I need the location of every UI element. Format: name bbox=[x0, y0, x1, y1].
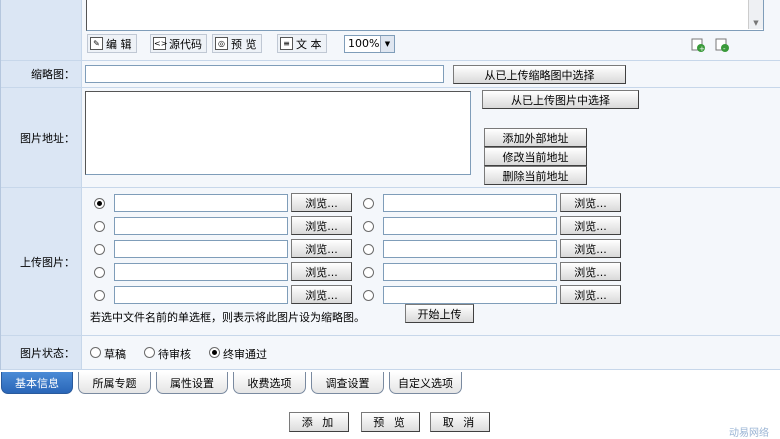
watermark: 动易网络 bbox=[729, 428, 769, 439]
upload-row: 上传图片： 浏览... 浏览... 浏览... 浏览... 浏览... 浏览..… bbox=[1, 188, 780, 336]
image-url-row: 图片地址： 从已上传图片中选择 添加外部地址 修改当前地址 删除当前地址 bbox=[1, 88, 780, 188]
status-option-approved: 终审通过 bbox=[223, 348, 267, 361]
browse-button-4[interactable]: 浏览... bbox=[291, 262, 352, 281]
source-mode-button[interactable]: <> 源代码 bbox=[150, 34, 207, 53]
text-mode-label: 文 本 bbox=[296, 37, 322, 51]
thumbnail-radio-1[interactable] bbox=[94, 198, 105, 209]
status-row: 图片状态： 草稿 待审核 终审通过 bbox=[1, 336, 780, 370]
edit-mode-label: 编 辑 bbox=[106, 37, 132, 51]
image-url-label: 图片地址： bbox=[1, 88, 82, 187]
add-external-url-button[interactable]: 添加外部地址 bbox=[484, 128, 587, 147]
upload-hint: 若选中文件名前的单选框，则表示将此图片设为缩略图。 bbox=[90, 311, 365, 324]
preview-icon: ◎ bbox=[215, 37, 228, 50]
browse-button-10[interactable]: 浏览... bbox=[560, 285, 621, 304]
thumbnail-input[interactable] bbox=[85, 65, 444, 83]
status-content: 草稿 待审核 终审通过 bbox=[82, 336, 780, 369]
shrink-editor-icon[interactable]: - bbox=[715, 38, 729, 53]
thumbnail-radio-4[interactable] bbox=[94, 267, 105, 278]
add-button[interactable]: 添 加 bbox=[289, 412, 349, 432]
edit-mode-button[interactable]: ✎ 编 辑 bbox=[87, 34, 137, 53]
zoom-value: 100% bbox=[348, 37, 380, 50]
browse-button-5[interactable]: 浏览... bbox=[291, 285, 352, 304]
upload-file-input-10[interactable] bbox=[383, 286, 557, 304]
thumbnail-radio-8[interactable] bbox=[363, 244, 374, 255]
preview-mode-button[interactable]: ◎ 预 览 bbox=[212, 34, 262, 53]
status-radio-pending[interactable] bbox=[144, 347, 155, 358]
upload-file-input-5[interactable] bbox=[114, 286, 288, 304]
tab-special-topic[interactable]: 所属专题 bbox=[78, 372, 151, 394]
text-doc-icon: ≡ bbox=[280, 37, 293, 50]
start-upload-button[interactable]: 开始上传 bbox=[405, 304, 474, 323]
status-option-pending: 待审核 bbox=[158, 348, 191, 361]
tab-custom-options[interactable]: 自定义选项 bbox=[389, 372, 462, 394]
thumbnail-radio-6[interactable] bbox=[363, 198, 374, 209]
browse-button-8[interactable]: 浏览... bbox=[560, 239, 621, 258]
source-mode-label: 源代码 bbox=[169, 37, 202, 51]
upload-file-input-7[interactable] bbox=[383, 217, 557, 235]
thumbnail-content: 从已上传缩略图中选择 bbox=[82, 61, 780, 87]
expand-editor-icon[interactable]: + bbox=[691, 38, 705, 53]
thumbnail-radio-5[interactable] bbox=[94, 290, 105, 301]
thumbnail-row: 缩略图： 从已上传缩略图中选择 bbox=[1, 61, 780, 88]
preview-button[interactable]: 预 览 bbox=[361, 412, 420, 432]
select-thumbnail-button[interactable]: 从已上传缩略图中选择 bbox=[453, 65, 626, 84]
editor-label-cell bbox=[1, 0, 82, 60]
image-url-content: 从已上传图片中选择 添加外部地址 修改当前地址 删除当前地址 bbox=[82, 88, 780, 187]
form-frame: ▼ ✎ 编 辑 <> 源代码 ◎ 预 览 ≡ 文 本 100% ▼ + - 缩略… bbox=[0, 0, 780, 370]
source-code-icon: <> bbox=[153, 37, 168, 50]
status-option-draft: 草稿 bbox=[104, 348, 126, 361]
thumbnail-radio-7[interactable] bbox=[363, 221, 374, 232]
pencil-icon: ✎ bbox=[90, 37, 103, 50]
status-radio-draft[interactable] bbox=[90, 347, 101, 358]
modify-url-button[interactable]: 修改当前地址 bbox=[484, 147, 587, 166]
browse-button-7[interactable]: 浏览... bbox=[560, 216, 621, 235]
browse-button-1[interactable]: 浏览... bbox=[291, 193, 352, 212]
editor-row: ▼ ✎ 编 辑 <> 源代码 ◎ 预 览 ≡ 文 本 100% ▼ + - bbox=[1, 0, 780, 61]
tab-basic-info[interactable]: 基本信息 bbox=[1, 372, 73, 394]
upload-file-input-3[interactable] bbox=[114, 240, 288, 258]
thumbnail-label: 缩略图： bbox=[1, 61, 82, 87]
upload-file-input-9[interactable] bbox=[383, 263, 557, 281]
tab-survey-settings[interactable]: 调查设置 bbox=[311, 372, 384, 394]
upload-file-input-4[interactable] bbox=[114, 263, 288, 281]
image-url-list[interactable] bbox=[85, 91, 471, 175]
browse-button-9[interactable]: 浏览... bbox=[560, 262, 621, 281]
upload-file-input-6[interactable] bbox=[383, 194, 557, 212]
cancel-button[interactable]: 取 消 bbox=[430, 412, 490, 432]
upload-file-input-8[interactable] bbox=[383, 240, 557, 258]
editor-body[interactable]: ▼ bbox=[86, 0, 764, 31]
upload-label: 上传图片： bbox=[1, 188, 82, 335]
svg-text:+: + bbox=[699, 45, 705, 52]
thumbnail-radio-9[interactable] bbox=[363, 267, 374, 278]
upload-file-input-2[interactable] bbox=[114, 217, 288, 235]
text-mode-button[interactable]: ≡ 文 本 bbox=[277, 34, 327, 53]
browse-button-6[interactable]: 浏览... bbox=[560, 193, 621, 212]
delete-url-button[interactable]: 删除当前地址 bbox=[484, 166, 587, 185]
scroll-down-icon[interactable]: ▼ bbox=[751, 19, 761, 28]
upload-file-input-1[interactable] bbox=[114, 194, 288, 212]
tab-fee-options[interactable]: 收费选项 bbox=[233, 372, 306, 394]
thumbnail-radio-10[interactable] bbox=[363, 290, 374, 301]
browse-button-3[interactable]: 浏览... bbox=[291, 239, 352, 258]
preview-mode-label: 预 览 bbox=[231, 37, 257, 51]
status-label: 图片状态： bbox=[1, 336, 82, 369]
chevron-down-icon[interactable]: ▼ bbox=[380, 36, 394, 52]
tab-attributes[interactable]: 属性设置 bbox=[156, 372, 228, 394]
upload-content: 浏览... 浏览... 浏览... 浏览... 浏览... 浏览... 浏览..… bbox=[82, 188, 780, 335]
select-image-button[interactable]: 从已上传图片中选择 bbox=[482, 90, 639, 109]
status-radio-approved[interactable] bbox=[209, 347, 220, 358]
thumbnail-radio-2[interactable] bbox=[94, 221, 105, 232]
browse-button-2[interactable]: 浏览... bbox=[291, 216, 352, 235]
thumbnail-radio-3[interactable] bbox=[94, 244, 105, 255]
zoom-select[interactable]: 100% ▼ bbox=[344, 35, 395, 53]
editor-content: ▼ ✎ 编 辑 <> 源代码 ◎ 预 览 ≡ 文 本 100% ▼ + - bbox=[82, 0, 780, 60]
editor-scrollbar[interactable]: ▼ bbox=[748, 0, 763, 29]
